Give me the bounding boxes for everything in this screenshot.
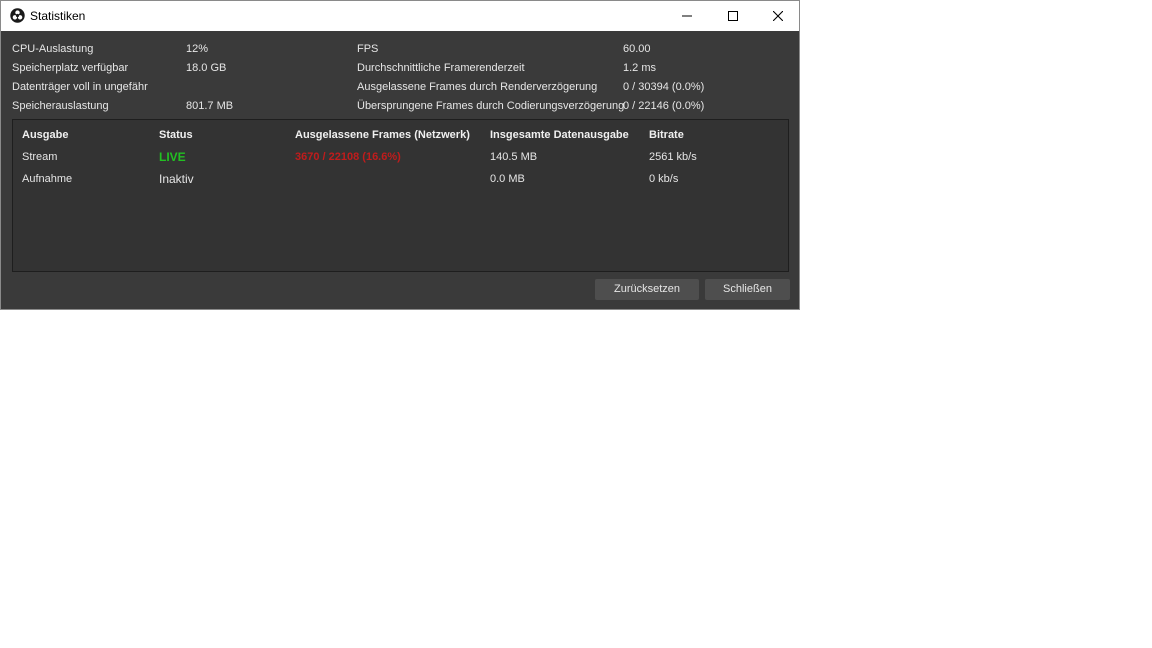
outputs-table: Ausgabe Status Ausgelassene Frames (Netz… bbox=[12, 119, 789, 272]
cpu-usage-value: 12% bbox=[186, 43, 209, 55]
maximize-icon bbox=[728, 11, 738, 21]
header-total-output: Insgesamte Datenausgabe bbox=[490, 129, 629, 141]
stream-status-badge: LIVE bbox=[159, 150, 186, 164]
header-bitrate: Bitrate bbox=[649, 129, 684, 141]
fps-value: 60.00 bbox=[623, 43, 651, 55]
statistics-content: CPU-Auslastung 12% Speicherplatz verfügb… bbox=[1, 31, 799, 309]
recording-status: Inaktiv bbox=[159, 172, 194, 186]
render-lag-value: 0 / 30394 (0.0%) bbox=[623, 81, 705, 93]
title-bar[interactable]: Statistiken bbox=[1, 1, 799, 31]
encoding-lag-value: 0 / 22146 (0.0%) bbox=[623, 100, 705, 112]
recording-bitrate: 0 kb/s bbox=[649, 173, 679, 185]
cpu-usage-label: CPU-Auslastung bbox=[12, 43, 94, 55]
header-dropped-frames: Ausgelassene Frames (Netzwerk) bbox=[295, 129, 470, 141]
maximize-button[interactable] bbox=[710, 1, 756, 31]
recording-name: Aufnahme bbox=[22, 173, 73, 185]
recording-total-output: 0.0 MB bbox=[490, 173, 525, 185]
header-status: Status bbox=[159, 129, 193, 141]
stream-bitrate: 2561 kb/s bbox=[649, 151, 697, 163]
memory-usage-label: Speicherauslastung bbox=[12, 100, 109, 112]
disk-full-label: Datenträger voll in ungefähr bbox=[12, 81, 148, 93]
reset-button[interactable]: Zurücksetzen bbox=[595, 279, 699, 300]
fps-label: FPS bbox=[357, 43, 379, 55]
minimize-icon bbox=[682, 15, 692, 17]
render-time-label: Durchschnittliche Framerenderzeit bbox=[357, 62, 525, 74]
disk-space-label: Speicherplatz verfügbar bbox=[12, 62, 129, 74]
obs-logo-icon bbox=[10, 8, 25, 23]
stream-dropped-frames: 3670 / 22108 (16.6%) bbox=[295, 151, 401, 163]
close-icon bbox=[773, 11, 783, 21]
render-lag-label: Ausgelassene Frames durch Renderverzöger… bbox=[357, 81, 598, 93]
stream-total-output: 140.5 MB bbox=[490, 151, 538, 163]
memory-usage-value: 801.7 MB bbox=[186, 100, 234, 112]
header-output: Ausgabe bbox=[22, 129, 69, 141]
disk-space-value: 18.0 GB bbox=[186, 62, 227, 74]
minimize-button[interactable] bbox=[664, 1, 710, 31]
close-dialog-button[interactable]: Schließen bbox=[705, 279, 790, 300]
statistics-window: Statistiken CPU-Auslastung 12% Speicherp… bbox=[0, 0, 800, 310]
encoding-lag-label: Übersprungene Frames durch Codierungsver… bbox=[357, 100, 625, 112]
stream-name: Stream bbox=[22, 151, 58, 163]
window-title: Statistiken bbox=[30, 9, 86, 23]
render-time-value: 1.2 ms bbox=[623, 62, 657, 74]
close-button[interactable] bbox=[755, 1, 801, 31]
